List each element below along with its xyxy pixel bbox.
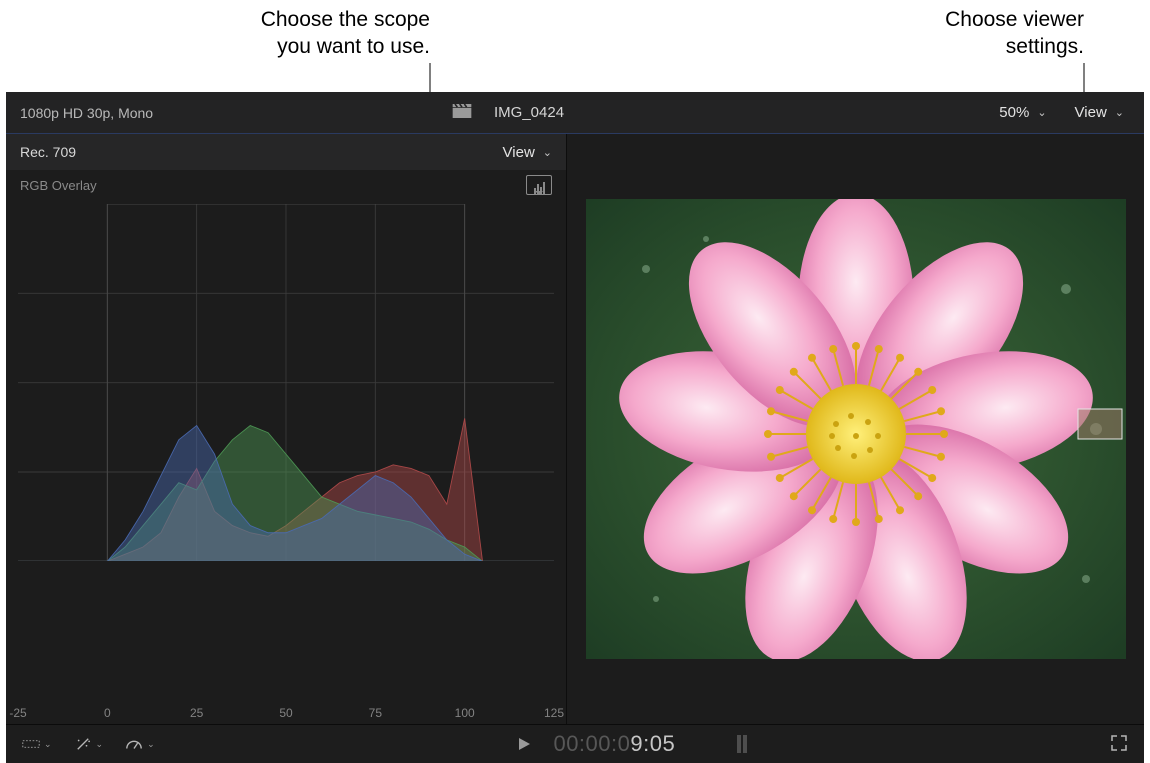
divider: [6, 133, 1144, 134]
wand-icon: [74, 737, 92, 751]
play-icon: [517, 737, 531, 751]
audio-meters-icon[interactable]: [737, 735, 747, 753]
chevron-down-icon: ⌄: [1115, 106, 1124, 119]
xaxis-tick: 125: [544, 706, 564, 720]
chevron-down-icon: ⌄: [147, 739, 155, 750]
scopes-panel: Rec. 709 View ⌄ RGB Overlay: [6, 134, 567, 724]
expand-icon: [1110, 734, 1128, 755]
clip-filename: IMG_0424: [494, 104, 564, 121]
app-body: Rec. 709 View ⌄ RGB Overlay: [6, 134, 1144, 724]
clip-range-dropdown[interactable]: ⌄: [22, 737, 52, 751]
viewer-view-dropdown[interactable]: View ⌄: [1075, 104, 1124, 121]
retime-dropdown[interactable]: ⌄: [125, 737, 155, 751]
xaxis-tick: 50: [279, 706, 292, 720]
viewer-view-label: View: [1075, 104, 1107, 121]
scopes-view-dropdown[interactable]: View ⌄: [503, 144, 552, 161]
callout-area: Choose the scope you want to use. Choose…: [0, 0, 1150, 92]
callout-scope-text: Choose the scope you want to use.: [261, 6, 430, 61]
xaxis-tick: 75: [369, 706, 382, 720]
scope-mode-label: RGB Overlay: [20, 178, 97, 193]
xaxis-tick: 100: [455, 706, 475, 720]
format-label: 1080p HD 30p, Mono: [20, 105, 153, 121]
viewer-topbar: 1080p HD 30p, Mono IMG_0424 50% ⌄ View ⌄: [6, 92, 1144, 133]
timecode-dim: 00:00:0: [553, 731, 630, 756]
viewer-canvas[interactable]: [567, 134, 1144, 724]
callout-viewer-text: Choose viewer settings.: [945, 6, 1084, 61]
app-window: 1080p HD 30p, Mono IMG_0424 50% ⌄ View ⌄…: [6, 92, 1144, 762]
xaxis-tick: 25: [190, 706, 203, 720]
fullscreen-button[interactable]: [1110, 734, 1128, 755]
xaxis-tick: -25: [9, 706, 26, 720]
scopes-view-label: View: [503, 144, 535, 161]
chevron-down-icon: ⌄: [543, 146, 552, 159]
histogram-area: -25 0 25 50 75 100 125: [6, 200, 566, 724]
color-space-label: Rec. 709: [20, 144, 76, 160]
range-icon: [22, 737, 40, 751]
scope-type-dropdown[interactable]: [526, 175, 552, 195]
timecode-display[interactable]: 00:00:09:05: [553, 731, 675, 757]
enhancements-dropdown[interactable]: ⌄: [74, 737, 104, 751]
zoom-value: 50%: [999, 104, 1029, 121]
clapperboard-icon: [452, 104, 472, 121]
clip-title-area: IMG_0424: [452, 92, 564, 133]
rgb-histogram: [18, 204, 554, 561]
preview-image: [586, 199, 1126, 659]
chevron-down-icon: ⌄: [44, 739, 52, 750]
scope-subheader: RGB Overlay: [6, 170, 566, 200]
gauge-icon: [125, 737, 143, 751]
transport-bar: ⌄ ⌄ ⌄ 00:00:09:05: [6, 724, 1144, 763]
chevron-down-icon: ⌄: [1037, 106, 1046, 119]
timecode-bright: 9:05: [630, 731, 675, 756]
viewer-panel: [567, 134, 1144, 724]
histogram-xaxis: -250255075100125: [18, 706, 554, 724]
scopes-header: Rec. 709 View ⌄: [6, 134, 566, 170]
zoom-dropdown[interactable]: 50% ⌄: [999, 104, 1046, 121]
chevron-down-icon: ⌄: [96, 739, 104, 750]
play-button[interactable]: [517, 737, 531, 751]
xaxis-tick: 0: [104, 706, 111, 720]
